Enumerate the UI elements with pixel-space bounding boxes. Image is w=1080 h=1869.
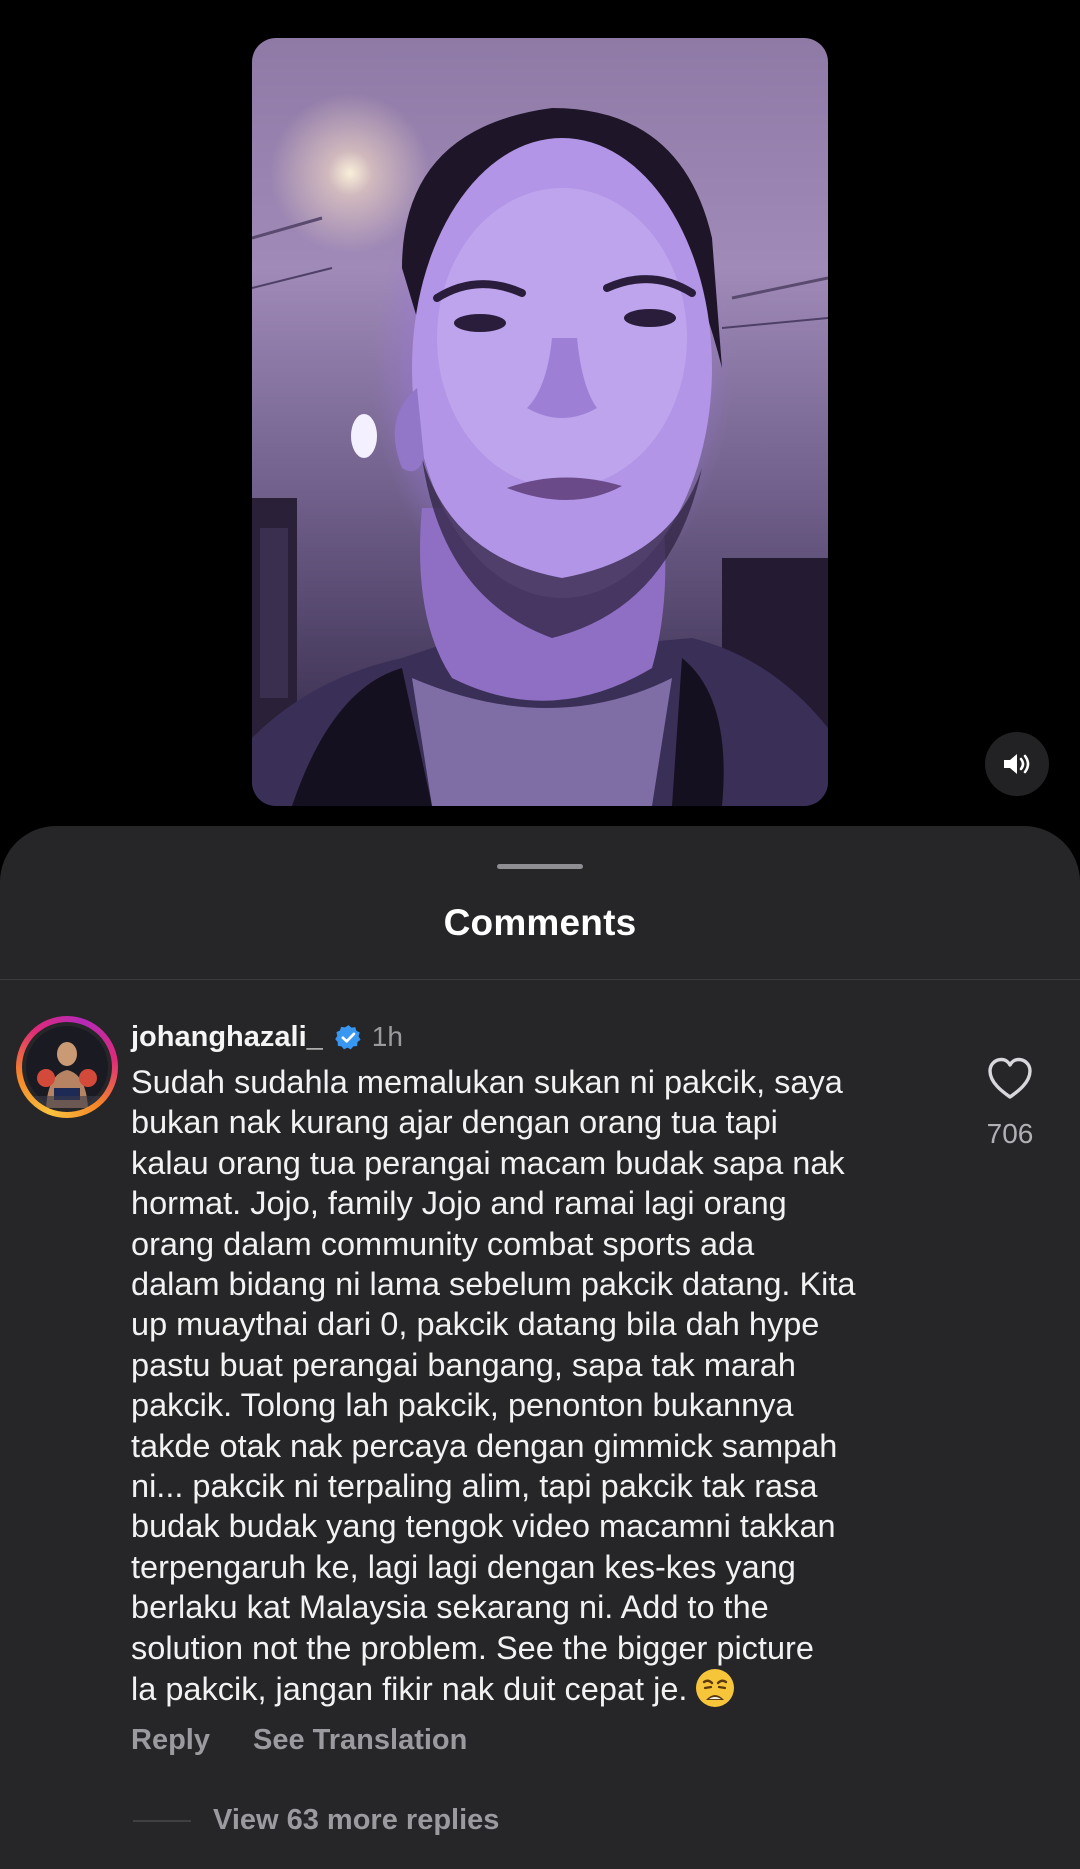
fighter-avatar-icon	[26, 1026, 108, 1108]
sheet-title: Comments	[443, 902, 637, 943]
speaker-muted-icon	[1004, 754, 1030, 774]
comment-text-content: Sudah sudahla memalukan sukan ni pakcik,…	[131, 1064, 856, 1708]
comment-actions: Reply See Translation	[131, 1724, 467, 1757]
view-replies-button[interactable]: View 63 more replies	[133, 1804, 499, 1837]
comment-header: johanghazali_ 1h	[131, 1017, 403, 1057]
drag-handle[interactable]	[497, 864, 583, 869]
selfie-video-frame	[252, 108, 828, 806]
replies-divider	[133, 1819, 191, 1822]
avatar-image	[22, 1022, 112, 1112]
comments-sheet: Comments johanghazali_ 1h Sudah sudahla …	[0, 826, 1080, 1869]
view-replies-label: View 63 more replies	[213, 1804, 500, 1836]
avatar[interactable]	[16, 1016, 118, 1118]
like-count: 706	[986, 1118, 1034, 1149]
comment-timestamp: 1h	[371, 1021, 403, 1052]
mute-toggle-button[interactable]	[985, 732, 1049, 796]
video-player[interactable]	[252, 38, 828, 806]
verified-badge-icon	[334, 1024, 361, 1049]
divider	[0, 979, 1080, 980]
comment-username[interactable]: johanghazali_	[131, 1021, 323, 1054]
like-heart-icon[interactable]	[986, 1056, 1034, 1100]
comment-text: Sudah sudahla memalukan sukan ni pakcik,…	[131, 1062, 951, 1710]
weary-face-emoji	[696, 1669, 735, 1708]
reply-button[interactable]: Reply	[131, 1724, 210, 1757]
see-translation-button[interactable]: See Translation	[253, 1724, 467, 1757]
